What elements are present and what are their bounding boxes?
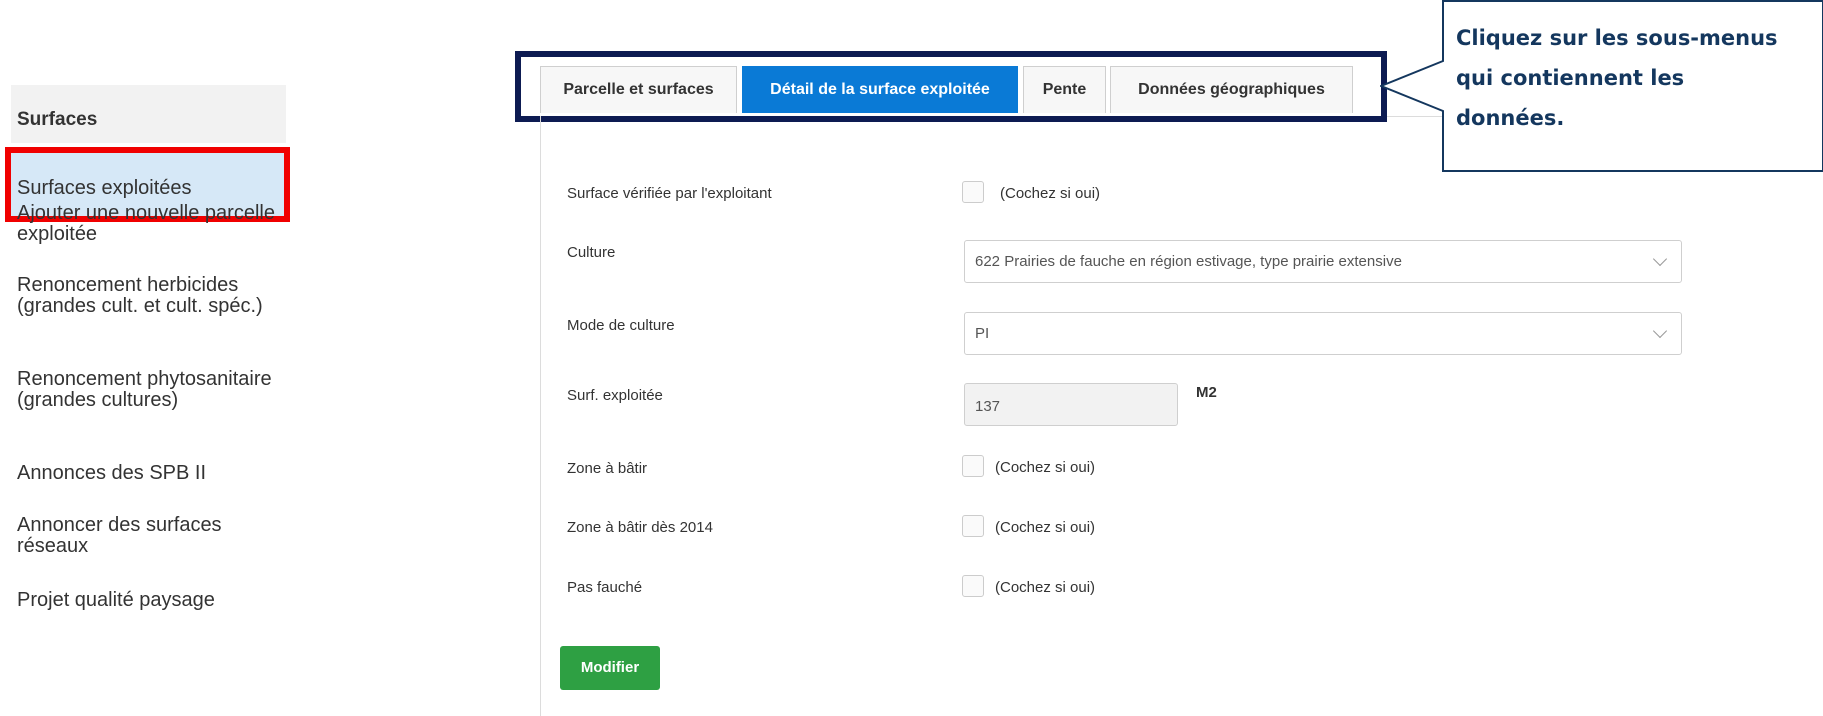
zone-batir-checkbox[interactable] [962,455,984,477]
chevron-down-icon [1652,323,1668,339]
sidebar-item-renoncement-herbicides[interactable]: Renoncement herbicides (grandes cult. et… [17,275,277,317]
culture-label: Culture [567,244,616,261]
surf-exploitee-label: Surf. exploitée [567,387,663,404]
panel-border [540,116,541,716]
modifier-button[interactable]: Modifier [560,646,660,690]
zone-batir-label: Zone à bâtir [567,460,648,477]
zone-batir-2014-label: Zone à bâtir dès 2014 [567,519,713,536]
zone-batir-2014-checkbox[interactable] [962,515,984,537]
sidebar-item-ajouter-parcelle[interactable]: Ajouter une nouvelle parcelle exploitée [17,203,277,245]
culture-select-value: 622 Prairies de fauche en région estivag… [975,253,1402,270]
surf-exploitee-input[interactable]: 137 [964,383,1178,426]
sidebar-item-renoncement-phytosanitaire[interactable]: Renoncement phytosanitaire (grandes cult… [17,369,277,411]
sidebar-heading: Surfaces [11,85,286,143]
surface-verifiee-label: Surface vérifiée par l'exploitant [567,185,772,202]
sidebar-item-surfaces-reseaux[interactable]: Annoncer des surfaces réseaux [17,515,277,557]
chevron-down-icon [1652,251,1668,267]
surface-verifiee-checkbox[interactable] [962,181,984,203]
sidebar-item-projet-qualite[interactable]: Projet qualité paysage [17,590,277,611]
mode-culture-select[interactable]: PI [964,312,1682,355]
zone-batir-hint: (Cochez si oui) [995,459,1096,476]
pas-fauche-label: Pas fauché [567,579,643,596]
zone-batir-2014-hint: (Cochez si oui) [995,519,1096,536]
callout-text: Cliquez sur les sous-menus qui contienne… [1456,26,1778,130]
sidebar-item-annonces-spb[interactable]: Annonces des SPB II [17,463,277,484]
mode-culture-select-value: PI [975,325,990,342]
surface-verifiee-hint: (Cochez si oui) [1000,185,1101,202]
pas-fauche-checkbox[interactable] [962,575,984,597]
culture-select[interactable]: 622 Prairies de fauche en région estivag… [964,240,1682,283]
pas-fauche-hint: (Cochez si oui) [995,579,1096,596]
mode-culture-label: Mode de culture [567,317,675,334]
tabs-highlight-frame [515,51,1387,122]
surf-exploitee-unit: M2 [1196,384,1217,401]
